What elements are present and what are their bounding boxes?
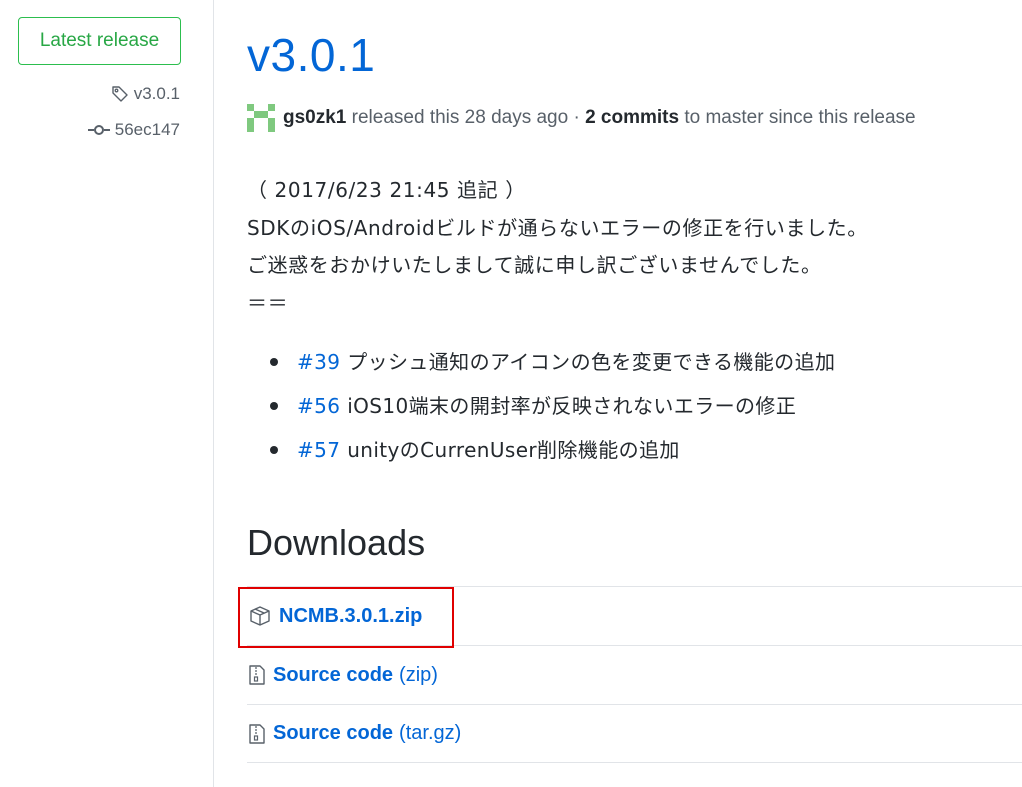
note-line: ＝＝ [247,290,289,315]
note-line: SDKのiOS/Androidビルドが通らないエラーの修正を行いました。 [247,215,868,240]
list-item: #57 unityのCurrenUser削除機能の追加 [247,431,835,475]
issue-link[interactable]: #39 [297,350,340,374]
latest-release-badge: Latest release [18,17,181,65]
avatar[interactable] [247,104,275,132]
release-sidebar: Latest release v3.0.1 56ec147 [0,0,214,787]
note-line: ご迷惑をおかけいたしまして誠に申し訳ございませんでした。 [247,253,822,277]
list-item: #39 プッシュ通知のアイコンの色を変更できる機能の追加 [247,343,835,387]
commits-link[interactable]: 2 commits [585,107,679,129]
change-text: プッシュ通知のアイコンの色を変更できる機能の追加 [347,350,836,374]
bullet [270,358,278,366]
download-row[interactable]: NCMB.3.0.1.zip [247,586,1022,645]
author-link[interactable]: gs0zk1 [283,107,346,129]
released-text: released this 28 days ago · [351,107,580,128]
file-zip-icon [249,723,265,744]
release-byline: gs0zk1 released this 28 days ago · 2 com… [247,103,916,133]
package-icon [250,606,270,626]
release-tag-label: v3.0.1 [133,84,180,103]
downloads-heading: Downloads [247,522,426,563]
download-link[interactable]: NCMB.3.0.1.zip [279,605,422,628]
download-row[interactable]: Source code (tar.gz) [247,704,1022,763]
release-notes: （ 2017/6/23 21:45 追記 ） SDKのiOS/Androidビル… [247,172,868,322]
issue-link[interactable]: #57 [297,438,340,462]
download-type[interactable]: (tar.gz) [399,722,461,745]
note-line: （ 2017/6/23 21:45 追記 ） [247,178,526,202]
download-row[interactable]: Source code (zip) [247,645,1022,704]
release-title[interactable]: v3.0.1 [247,28,375,82]
file-zip-icon [249,665,265,685]
release-commit-label: 56ec147 [114,120,180,139]
list-item: #56 iOS10端末の開封率が反映されないエラーの修正 [247,387,835,431]
release-tag[interactable]: v3.0.1 [111,84,180,104]
download-type[interactable]: (zip) [399,664,438,687]
download-link[interactable]: Source code [273,664,393,687]
change-list: #39 プッシュ通知のアイコンの色を変更できる機能の追加 #56 iOS10端末… [247,343,835,475]
change-text: iOS10端末の開封率が反映されないエラーの修正 [347,394,797,418]
tag-icon [111,86,128,102]
since-text: to master since this release [684,107,916,128]
release-commit[interactable]: 56ec147 [87,120,180,140]
issue-link[interactable]: #56 [297,394,340,418]
downloads-list: NCMB.3.0.1.zip Source code (zip) Source … [247,586,1022,763]
bullet [270,446,278,454]
download-link[interactable]: Source code [273,722,393,745]
git-commit-icon [87,125,110,135]
change-text: unityのCurrenUser削除機能の追加 [347,438,680,462]
bullet [270,402,278,410]
